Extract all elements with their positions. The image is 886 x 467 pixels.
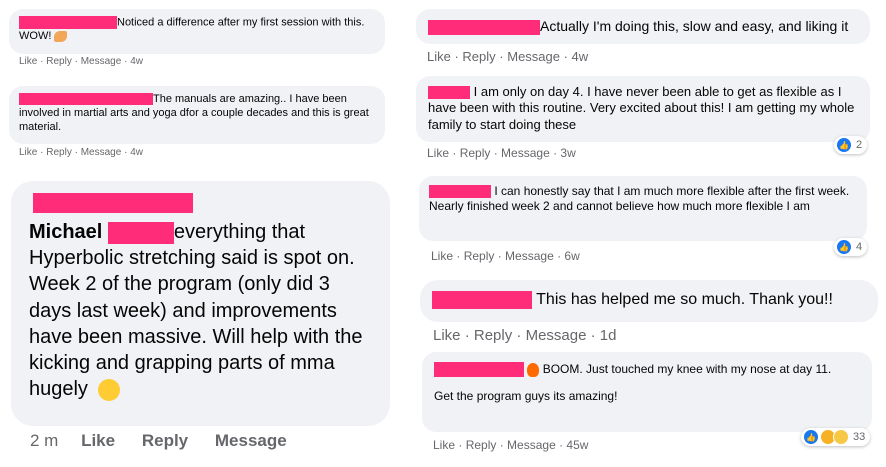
comment-actions-4: Like · Reply · Message · 4w [427,49,589,64]
message-link[interactable]: Message [507,438,556,452]
comment-text: BOOM. Just touched my knee with my nose … [542,362,832,376]
message-link[interactable]: Message [81,56,122,67]
like-link[interactable]: Like [433,438,455,452]
like-icon: 👍 [803,429,819,445]
redacted-name [19,16,117,29]
timestamp: 3w [560,146,576,160]
reply-link[interactable]: Reply [460,146,491,160]
comment-bubble-6: I can honestly say that I am much more f… [419,176,867,241]
comment-bubble-4: Actually I'm doing this, slow and easy, … [416,9,870,44]
like-link[interactable]: Like [19,56,37,67]
message-link[interactable]: Message [507,49,560,64]
comment-bubble-1: Noticed a difference after my first sess… [9,9,385,54]
like-link[interactable]: Like [427,146,449,160]
message-link[interactable]: Message [215,431,287,450]
timestamp: 2 m [30,431,59,450]
timestamp: 4w [130,147,143,158]
redacted-name [428,19,540,35]
redacted-name [432,290,532,309]
timestamp: 4w [130,56,143,67]
reply-link[interactable]: Reply [474,327,512,344]
message-link[interactable]: Message [526,327,587,344]
comment-actions-5: Like · Reply · Message · 3w [427,146,576,160]
comment-bubble-5: I am only on day 4. I have never been ab… [416,76,870,142]
like-link[interactable]: Like [427,49,451,64]
comment-actions-3: 2 m Like Reply Message [30,431,287,451]
comment-actions-1: Like · Reply · Message · 4w [19,56,143,67]
like-icon: 👍 [836,137,852,153]
timestamp: 6w [564,249,580,263]
timestamp: 1d [599,327,617,344]
comment-bubble-2: The manuals are amazing.. I have been in… [9,86,385,144]
reaction-count[interactable]: 👍 33 [801,428,871,446]
redacted-name [107,221,174,244]
redacted-name [434,362,524,378]
comment-text: This has helped me so much. Thank you!! [536,291,833,308]
comment-text: everything that Hyperbolic stretching sa… [29,221,363,401]
comment-author: Michael [29,221,103,243]
flexed-biceps-emoji-icon [54,30,68,42]
comment-text-line2: Get the program guys its amazing! [434,389,618,404]
like-icon: 👍 [836,239,852,255]
reply-link[interactable]: Reply [142,431,188,450]
comment-actions-6: Like · Reply · Message · 6w [431,249,580,263]
reaction-count[interactable]: 👍 4 [834,238,868,256]
redacted-name [19,93,153,106]
fire-emoji-icon [527,362,540,377]
comment-actions-2: Like · Reply · Message · 4w [19,147,143,158]
comment-text: Actually I'm doing this, slow and easy, … [540,18,849,34]
message-link[interactable]: Message [505,249,554,263]
smiling-face-emoji-icon [97,378,120,401]
reply-link[interactable]: Reply [46,147,72,158]
comment-text: I am only on day 4. I have never been ab… [428,84,855,132]
like-link[interactable]: Like [81,431,115,450]
timestamp: 45w [566,438,589,452]
reply-link[interactable]: Reply [466,438,497,452]
like-link[interactable]: Like [19,147,37,158]
reaction-count[interactable]: 👍 2 [834,136,868,154]
like-link[interactable]: Like [431,249,453,263]
reply-link[interactable]: Reply [46,56,72,67]
comment-actions-7: Like · Reply · Message · 1d [433,327,617,344]
comment-actions-8: Like · Reply · Message · 45w [433,438,589,452]
comment-text: I can honestly say that I am much more f… [429,184,850,213]
redacted-name [428,86,470,100]
reply-link[interactable]: Reply [464,249,495,263]
comment-bubble-3: Michael everything that Hyperbolic stret… [11,181,390,426]
redacted-name [33,193,193,213]
message-link[interactable]: Message [501,146,550,160]
comment-bubble-7: This has helped me so much. Thank you!! [420,280,878,322]
message-link[interactable]: Message [81,147,122,158]
redacted-name [429,185,491,199]
comment-bubble-8: BOOM. Just touched my knee with my nose … [422,352,872,432]
timestamp: 4w [571,49,589,64]
wow-icon [833,429,849,445]
like-link[interactable]: Like [433,327,461,344]
reply-link[interactable]: Reply [462,49,495,64]
